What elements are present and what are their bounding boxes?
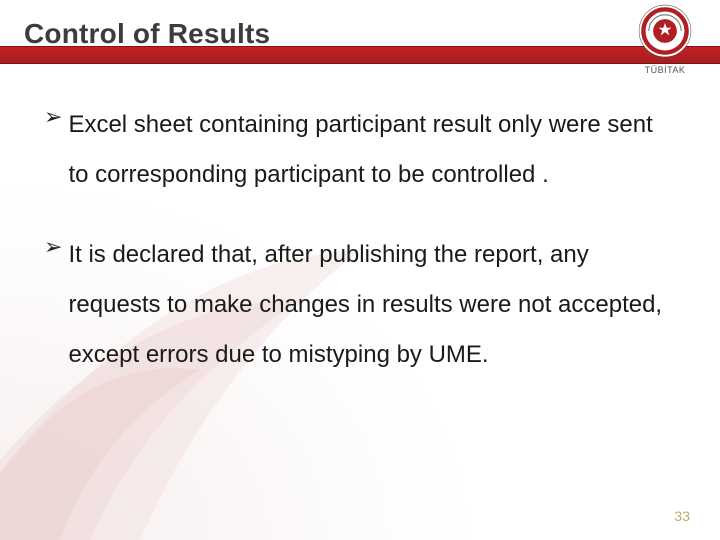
chevron-right-icon: ➢ bbox=[44, 230, 62, 264]
bullet-item: ➢ It is declared that, after publishing … bbox=[44, 230, 672, 380]
org-name: TÜBİTAK bbox=[624, 65, 706, 75]
bullet-item: ➢ Excel sheet containing participant res… bbox=[44, 100, 672, 200]
slide: Control of Results TÜBİTAK ➢ Excel sheet… bbox=[0, 0, 720, 540]
chevron-right-icon: ➢ bbox=[44, 100, 62, 134]
slide-header: Control of Results bbox=[0, 0, 720, 62]
slide-title: Control of Results bbox=[0, 12, 270, 50]
bullet-text: It is declared that, after publishing th… bbox=[68, 230, 672, 380]
page-number: 33 bbox=[674, 508, 690, 524]
tubitak-logo-icon bbox=[638, 4, 692, 58]
org-logo-block: TÜBİTAK bbox=[624, 4, 706, 75]
slide-body: ➢ Excel sheet containing participant res… bbox=[0, 62, 720, 380]
bullet-text: Excel sheet containing participant resul… bbox=[68, 100, 672, 200]
